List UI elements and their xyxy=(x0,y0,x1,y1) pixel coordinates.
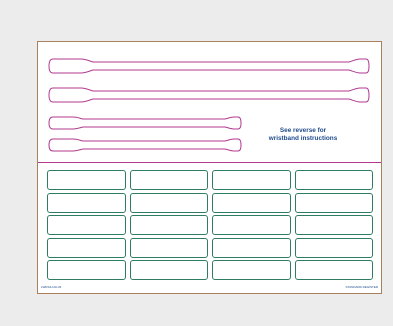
label-cell xyxy=(294,260,373,280)
label-cell xyxy=(47,260,126,280)
label-cell xyxy=(212,215,291,235)
label-cell xyxy=(47,192,126,213)
instructions-line-2: wristband instructions xyxy=(268,135,338,142)
label-cell xyxy=(129,237,208,258)
label-cell xyxy=(212,260,291,280)
label-cell xyxy=(129,170,208,190)
label-cell xyxy=(212,237,291,258)
label-cell xyxy=(212,192,291,213)
instructions-line-1: See reverse for xyxy=(279,127,327,134)
label-cell xyxy=(212,170,291,190)
wristband-3 xyxy=(48,116,242,130)
label-cell xyxy=(129,192,208,213)
label-cell xyxy=(47,237,126,258)
label-grid xyxy=(47,170,373,280)
wristband-1 xyxy=(48,58,370,74)
manufacturer-mark: STANDARD REGISTER xyxy=(345,285,378,289)
label-cell xyxy=(294,170,373,190)
label-cell xyxy=(47,170,126,190)
label-cell xyxy=(294,237,373,258)
label-cell xyxy=(294,215,373,235)
label-cell xyxy=(294,192,373,213)
wristband-4 xyxy=(48,138,242,152)
perforation-divider xyxy=(38,162,381,163)
label-cell xyxy=(129,215,208,235)
label-cell xyxy=(47,215,126,235)
wristband-instructions: See reverse for wristband instructions xyxy=(258,127,348,143)
label-cell xyxy=(129,260,208,280)
wristband-2 xyxy=(48,87,370,103)
form-number: LWDS4J-00-03 xyxy=(41,285,62,289)
